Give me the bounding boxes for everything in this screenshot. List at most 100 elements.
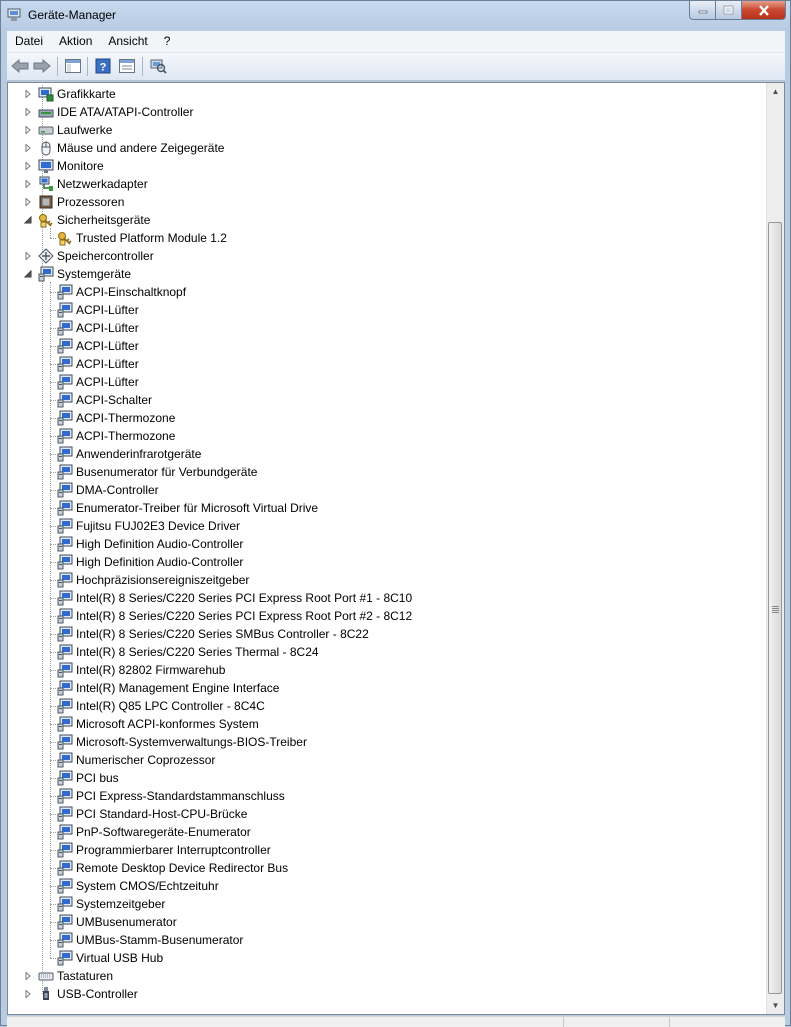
tree-item-speichercontroller[interactable]: Speichercontroller [8,247,768,265]
tree-connector [50,544,56,545]
maximize-button[interactable] [716,1,742,20]
tree-item-monitore[interactable]: Monitore [8,157,768,175]
back-button[interactable] [10,57,30,75]
expand-arrow-icon[interactable] [24,144,32,152]
tree-item-virtual-usb-hub[interactable]: Virtual USB Hub [8,949,768,967]
tree-item-label: UMBus-Stamm-Busenumerator [76,933,244,947]
tree-item-umbus-stamm-busenumerator[interactable]: UMBus-Stamm-Busenumerator [8,931,768,949]
expand-arrow-icon[interactable] [24,198,32,206]
tree-item-busenumerator-für-verbundgeräte[interactable]: Busenumerator für Verbundgeräte [8,463,768,481]
tree-item-intel-r-8-series-c220-series-pci-express-root-port-1-8c10[interactable]: Intel(R) 8 Series/C220 Series PCI Expres… [8,589,768,607]
expand-arrow-icon[interactable] [24,972,32,980]
tree-item-intel-r-8-series-c220-series-smbus-controller-8c22[interactable]: Intel(R) 8 Series/C220 Series SMBus Cont… [8,625,768,643]
tree-item-enumerator-treiber-für-microsoft-virtual-drive[interactable]: Enumerator-Treiber für Microsoft Virtual… [8,499,768,517]
menu-help[interactable]: ? [156,31,179,52]
tree-item-mäuse-und-andere-zeigegeräte[interactable]: Mäuse und andere Zeigegeräte [8,139,768,157]
help-button[interactable]: ? [93,57,113,75]
scroll-up-button[interactable]: ▲ [767,83,784,100]
tree-item-acpi-schalter[interactable]: ACPI-Schalter [8,391,768,409]
tree-item-umbusenumerator[interactable]: UMBusenumerator [8,913,768,931]
tree-item-intel-r-82802-firmwarehub[interactable]: Intel(R) 82802 Firmwarehub [8,661,768,679]
tree-item-acpi-lüfter[interactable]: ACPI-Lüfter [8,319,768,337]
tree-item-anwenderinfrarotgeräte[interactable]: Anwenderinfrarotgeräte [8,445,768,463]
scan-hardware-button[interactable] [148,57,168,75]
tree-item-high-definition-audio-controller[interactable]: High Definition Audio-Controller [8,553,768,571]
toolbar-separator [57,57,58,76]
scroll-down-button[interactable]: ▼ [767,997,784,1014]
tree-item-intel-r-q85-lpc-controller-8c4c[interactable]: Intel(R) Q85 LPC Controller - 8C4C [8,697,768,715]
tree-item-grafikkarte[interactable]: Grafikkarte [8,85,768,103]
tree-item-acpi-lüfter[interactable]: ACPI-Lüfter [8,355,768,373]
tree-item-label: Prozessoren [57,195,125,209]
tree-item-programmierbarer-interruptcontroller[interactable]: Programmierbarer Interruptcontroller [8,841,768,859]
expand-arrow-icon[interactable] [24,162,32,170]
forward-button[interactable] [32,57,52,75]
expand-arrow-icon[interactable] [24,990,32,998]
tree-item-acpi-lüfter[interactable]: ACPI-Lüfter [8,301,768,319]
tree-item-usb-controller[interactable]: USB-Controller [8,985,768,1003]
menu-datei[interactable]: Datei [7,31,51,52]
tree-item-tastaturen[interactable]: Tastaturen [8,967,768,985]
tree-item-systemzeitgeber[interactable]: Systemzeitgeber [8,895,768,913]
tree-item-intel-r-8-series-c220-series-thermal-8c24[interactable]: Intel(R) 8 Series/C220 Series Thermal - … [8,643,768,661]
close-button[interactable] [742,1,786,20]
collapse-arrow-icon[interactable] [24,216,32,224]
tree-item-intel-r-management-engine-interface[interactable]: Intel(R) Management Engine Interface [8,679,768,697]
tree-item-acpi-thermozone[interactable]: ACPI-Thermozone [8,409,768,427]
tree-connector [50,670,56,671]
toolbar: ? [7,53,785,81]
grip-icon [772,606,779,613]
tree-item-pnp-softwaregeräte-enumerator[interactable]: PnP-Softwaregeräte-Enumerator [8,823,768,841]
tree-item-acpi-einschaltknopf[interactable]: ACPI-Einschaltknopf [8,283,768,301]
tree-item-laufwerke[interactable]: Laufwerke [8,121,768,139]
vertical-scrollbar[interactable]: ▲ ▼ [766,83,784,1014]
tree-item-microsoft-acpi-konformes-system[interactable]: Microsoft ACPI-konformes System [8,715,768,733]
tree-item-sicherheitsgeräte[interactable]: Sicherheitsgeräte [8,211,768,229]
properties-button[interactable] [117,57,137,75]
expand-arrow-icon[interactable] [24,90,32,98]
tree-item-numerischer-coprozessor[interactable]: Numerischer Coprozessor [8,751,768,769]
expand-arrow-icon[interactable] [24,126,32,134]
tree-item-label: Intel(R) 82802 Firmwarehub [76,663,226,677]
collapse-arrow-icon[interactable] [24,270,32,278]
arrow-right-icon [33,59,51,73]
tree-item-hochpräzisionsereigniszeitgeber[interactable]: Hochpräzisionsereigniszeitgeber [8,571,768,589]
tree-item-pci-standard-host-cpu-brücke[interactable]: PCI Standard-Host-CPU-Brücke [8,805,768,823]
show-hide-console-tree-button[interactable] [63,57,83,75]
tree-item-label: Mäuse und andere Zeigegeräte [57,141,225,155]
tree-item-trusted-platform-module-1-2[interactable]: Trusted Platform Module 1.2 [8,229,768,247]
expand-arrow-icon[interactable] [24,180,32,188]
tree-item-system-cmos-echtzeituhr[interactable]: System CMOS/Echtzeituhr [8,877,768,895]
expand-arrow-icon[interactable] [24,252,32,260]
scroll-thumb[interactable] [768,222,782,994]
tree-item-label: Grafikkarte [57,87,116,101]
tree-item-fujitsu-fuj02e3-device-driver[interactable]: Fujitsu FUJ02E3 Device Driver [8,517,768,535]
processor-icon [39,195,53,209]
tree-item-acpi-thermozone[interactable]: ACPI-Thermozone [8,427,768,445]
tree-connector [50,364,56,365]
tree-item-label: ACPI-Thermozone [76,429,176,443]
tree-connector [50,490,56,491]
device-tree-view[interactable]: Grafikkarte IDE ATA/ATAPI-Controller Lau… [7,82,785,1015]
expand-arrow-icon[interactable] [24,108,32,116]
menu-ansicht[interactable]: Ansicht [100,31,155,52]
menu-aktion[interactable]: Aktion [51,31,100,52]
tree-item-label: Netzwerkadapter [57,177,148,191]
tree-item-acpi-lüfter[interactable]: ACPI-Lüfter [8,373,768,391]
tree-item-pci-express-standardstammanschluss[interactable]: PCI Express-Standardstammanschluss [8,787,768,805]
tree-item-prozessoren[interactable]: Prozessoren [8,193,768,211]
tree-item-high-definition-audio-controller[interactable]: High Definition Audio-Controller [8,535,768,553]
title-bar[interactable]: Geräte-Manager [1,1,790,31]
tree-item-acpi-lüfter[interactable]: ACPI-Lüfter [8,337,768,355]
minimize-button[interactable] [689,1,716,20]
tree-item-pci-bus[interactable]: PCI bus [8,769,768,787]
tree-item-microsoft-systemverwaltungs-bios-treiber[interactable]: Microsoft-Systemverwaltungs-BIOS-Treiber [8,733,768,751]
tree-item-netzwerkadapter[interactable]: Netzwerkadapter [8,175,768,193]
tree-item-intel-r-8-series-c220-series-pci-express-root-port-2-8c12[interactable]: Intel(R) 8 Series/C220 Series PCI Expres… [8,607,768,625]
tree-item-remote-desktop-device-redirector-bus[interactable]: Remote Desktop Device Redirector Bus [8,859,768,877]
tree-item-label: PCI bus [76,771,119,785]
tree-item-ide-ata-atapi-controller[interactable]: IDE ATA/ATAPI-Controller [8,103,768,121]
system-device-icon [57,356,73,372]
tree-item-systemgeräte[interactable]: Systemgeräte [8,265,768,283]
tree-item-dma-controller[interactable]: DMA-Controller [8,481,768,499]
